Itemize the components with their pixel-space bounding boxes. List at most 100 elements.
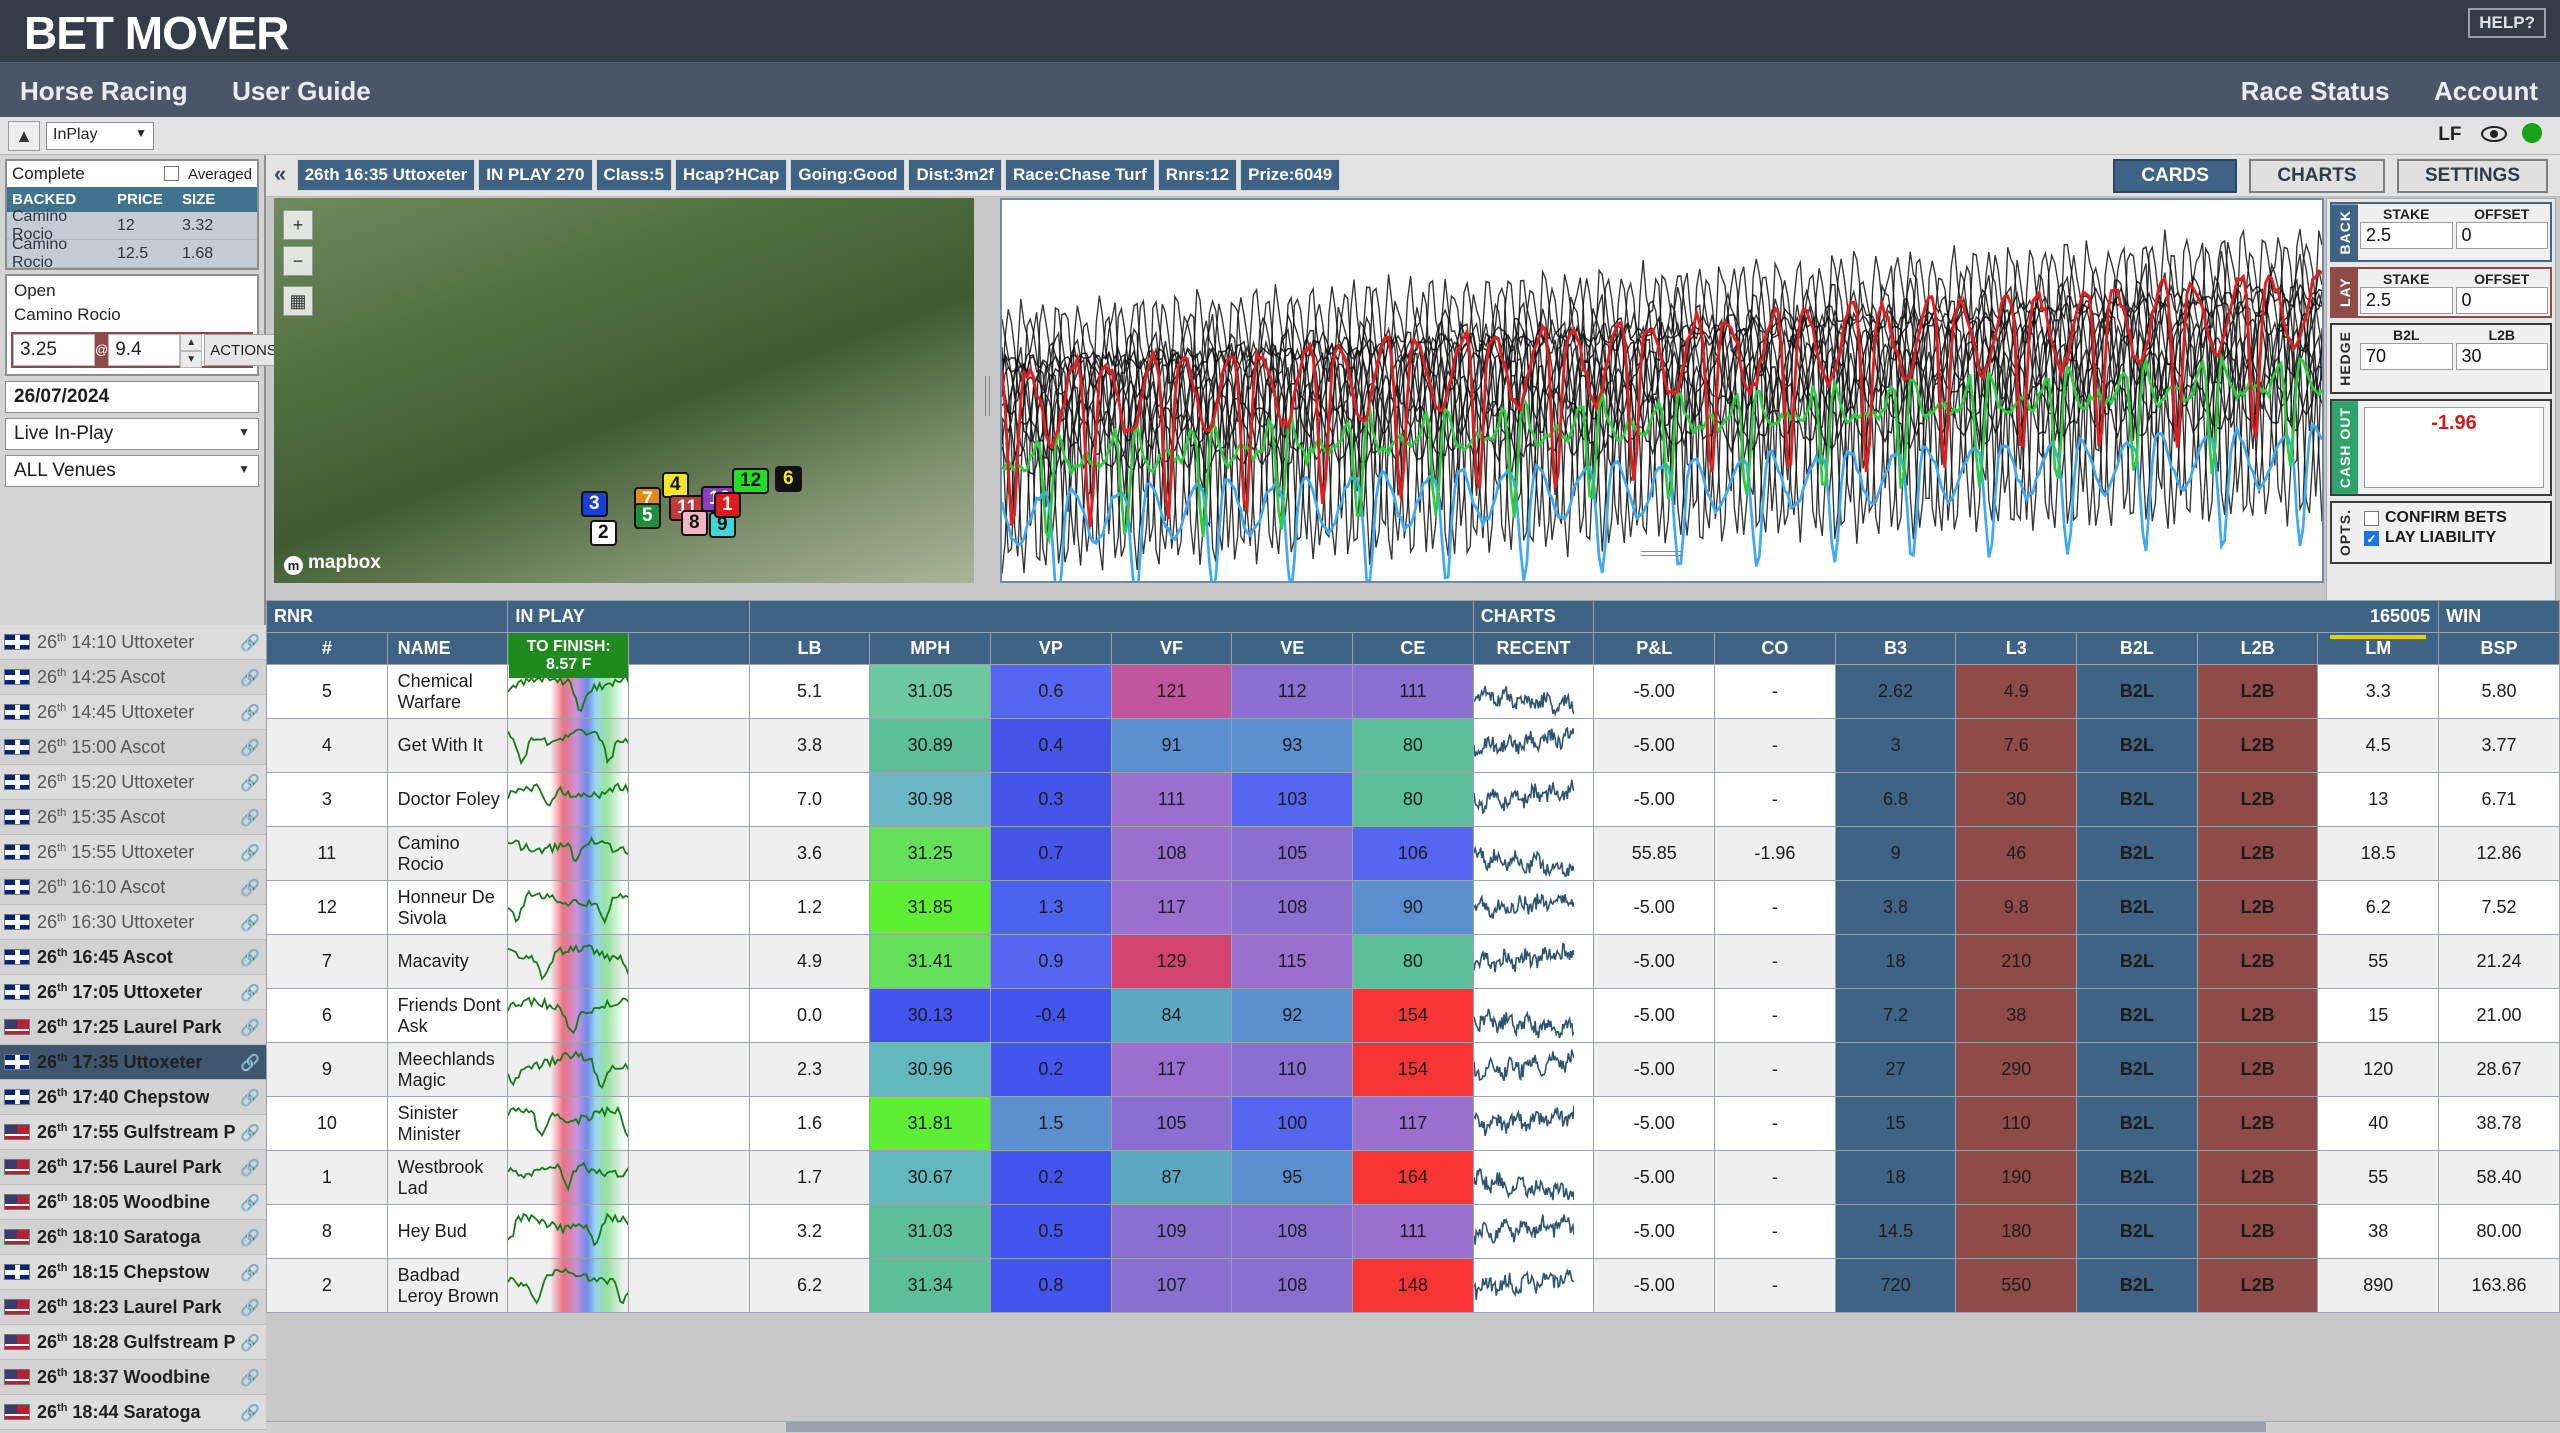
cell-b2l-button[interactable]: B2L — [2076, 1258, 2198, 1313]
cell-l2b-button[interactable]: L2B — [2196, 718, 2319, 773]
cell-b2l-button[interactable]: B2L — [2076, 934, 2198, 989]
cell-b2l-button[interactable]: B2L — [2076, 1042, 2198, 1097]
lay-liability-option[interactable]: ✓ LAY LIABILITY — [2364, 528, 2544, 548]
race-list-item[interactable]: 26th 17:25 Laurel Park 🔗 — [0, 1010, 266, 1045]
cell-b3[interactable]: 18 — [1834, 1150, 1957, 1205]
lay-offset-input[interactable] — [2455, 287, 2548, 315]
table-row[interactable]: 8 Hey Bud 3.2 31.03 0.5 109 108 111 -5.00-14.5 18… — [266, 1204, 2560, 1259]
horizontal-scrollbar[interactable] — [266, 1421, 2560, 1433]
cell-l2b-button[interactable]: L2B — [2196, 934, 2319, 989]
cell-b3[interactable]: 7.2 — [1834, 988, 1957, 1043]
lay-stake-input[interactable] — [2360, 287, 2453, 315]
cell-b3[interactable]: 14.5 — [1834, 1204, 1957, 1259]
nav-item-race-status[interactable]: Race Status — [2241, 76, 2390, 107]
cell-inplay-trace[interactable] — [507, 988, 630, 1043]
race-list-item[interactable]: 26th 18:05 Woodbine 🔗 — [0, 1185, 266, 1220]
runners-table-wrap[interactable]: RNR IN PLAY CHARTS 165005 WIN # NAME TO … — [266, 600, 2560, 1433]
tab-cards[interactable]: CARDS — [2113, 159, 2237, 193]
race-list-item[interactable]: 26th 18:37 Woodbine 🔗 — [0, 1360, 266, 1395]
open-price-input[interactable] — [13, 334, 95, 366]
link-icon[interactable]: 🔗 — [240, 1368, 260, 1388]
cell-l2b-button[interactable]: L2B — [2196, 826, 2319, 881]
cell-l2b-button[interactable]: L2B — [2196, 664, 2319, 719]
cell-b2l-button[interactable]: B2L — [2076, 988, 2198, 1043]
horse-marker[interactable]: 6 — [775, 466, 802, 492]
cell-l2b-button[interactable]: L2B — [2196, 1042, 2319, 1097]
col-vf[interactable]: VF — [1110, 632, 1233, 665]
col-vp[interactable]: VP — [990, 632, 1112, 665]
link-icon[interactable]: 🔗 — [240, 808, 260, 828]
table-row[interactable]: 10 Sinister Minister 1.6 31.81 1.5 105 100 117 -… — [266, 1096, 2560, 1151]
race-list-item[interactable]: 26th 18:15 Chepstow 🔗 — [0, 1255, 266, 1290]
cell-l3[interactable]: 9.8 — [1955, 880, 2078, 935]
col-bsp[interactable]: BSP — [2438, 632, 2560, 665]
race-list-item[interactable]: 26th 17:40 Chepstow 🔗 — [0, 1080, 266, 1115]
cell-inplay-trace[interactable] — [507, 1042, 630, 1097]
link-icon[interactable]: 🔗 — [240, 913, 260, 933]
link-icon[interactable]: 🔗 — [240, 1403, 260, 1423]
cell-recent-sparkline[interactable] — [1472, 1096, 1595, 1151]
cell-l2b-button[interactable]: L2B — [2196, 1150, 2319, 1205]
link-icon[interactable]: 🔗 — [240, 983, 260, 1003]
race-list-item[interactable]: 26th 15:35 Ascot 🔗 — [0, 800, 266, 835]
cell-l3[interactable]: 180 — [1955, 1204, 2078, 1259]
cell-b3[interactable]: 15 — [1834, 1096, 1957, 1151]
race-list-item[interactable]: 26th 15:00 Ascot 🔗 — [0, 730, 266, 765]
col-number[interactable]: # — [266, 632, 388, 665]
cell-l2b-button[interactable]: L2B — [2196, 1204, 2319, 1259]
col-name[interactable]: NAME — [386, 632, 509, 665]
link-icon[interactable]: 🔗 — [240, 1228, 260, 1248]
map-layers-icon[interactable]: ▦ — [283, 286, 313, 316]
cell-inplay-trace[interactable] — [507, 718, 630, 773]
cell-inplay-trace[interactable] — [507, 772, 630, 827]
link-icon[interactable]: 🔗 — [240, 1193, 260, 1213]
stepper-down-icon[interactable]: ▼ — [180, 351, 203, 368]
cell-inplay-trace[interactable] — [507, 1096, 630, 1151]
table-row[interactable]: 9 Meechlands Magic 2.3 30.96 0.2 117 110 154 -5.… — [266, 1042, 2560, 1097]
table-row[interactable]: 4 Get With It 3.8 30.89 0.4 91 93 80 -5.00-3 7.6 B… — [266, 718, 2560, 773]
race-list-item[interactable]: 26th 14:25 Ascot 🔗 — [0, 660, 266, 695]
cell-recent-sparkline[interactable] — [1472, 880, 1595, 935]
lay-liability-checkbox[interactable]: ✓ — [2364, 530, 2379, 546]
cell-l2b-button[interactable]: L2B — [2196, 988, 2319, 1043]
cell-b3[interactable]: 3 — [1834, 718, 1957, 773]
cell-recent-sparkline[interactable] — [1472, 664, 1595, 719]
table-row[interactable]: 2 Badbad Leroy Brown 6.2 31.34 0.8 107 108 148 -… — [266, 1258, 2560, 1313]
date-field[interactable]: 26/07/2024 — [5, 381, 259, 413]
race-list-item[interactable]: 26th 15:55 Uttoxeter 🔗 — [0, 835, 266, 870]
col-recent[interactable]: RECENT — [1472, 632, 1595, 665]
link-icon[interactable]: 🔗 — [240, 773, 260, 793]
race-list-item[interactable]: 26th 15:20 Uttoxeter 🔗 — [0, 765, 266, 800]
col-lb[interactable]: LB — [748, 632, 871, 665]
horse-marker[interactable]: 3 — [581, 491, 608, 517]
cell-l3[interactable]: 290 — [1955, 1042, 2078, 1097]
col-b3[interactable]: B3 — [1834, 632, 1957, 665]
cell-b3[interactable]: 720 — [1834, 1258, 1957, 1313]
cell-runner-name[interactable]: Honneur De Sivola — [386, 880, 509, 935]
table-row[interactable]: 12 Honneur De Sivola 1.2 31.85 1.3 117 108 90 -5… — [266, 880, 2560, 935]
race-list-item[interactable]: 26th 18:23 Laurel Park 🔗 — [0, 1290, 266, 1325]
race-list-item[interactable]: 26th 18:44 Saratoga 🔗 — [0, 1395, 266, 1430]
tab-settings[interactable]: SETTINGS — [2396, 159, 2548, 193]
cell-runner-name[interactable]: Chemical Warfare — [386, 664, 509, 719]
cell-inplay-trace[interactable] — [507, 826, 630, 881]
race-list-item[interactable]: 26th 14:45 Uttoxeter 🔗 — [0, 695, 266, 730]
table-row[interactable]: Camino Rocio 12.5 1.68 — [7, 236, 257, 271]
cell-runner-name[interactable]: Hey Bud — [386, 1204, 509, 1259]
nav-item-user-guide[interactable]: User Guide — [232, 76, 371, 107]
cell-b2l-button[interactable]: B2L — [2076, 1096, 2198, 1151]
confirm-bets-option[interactable]: CONFIRM BETS — [2364, 508, 2544, 528]
table-row[interactable]: 6 Friends Dont Ask 0.0 30.13 -0.4 84 92 154 -5.0… — [266, 988, 2560, 1043]
cell-recent-sparkline[interactable] — [1472, 1204, 1595, 1259]
race-list-item[interactable]: 26th 16:30 Uttoxeter 🔗 — [0, 905, 266, 940]
link-icon[interactable]: 🔗 — [240, 948, 260, 968]
cell-l3[interactable]: 38 — [1955, 988, 2078, 1043]
link-icon[interactable]: 🔗 — [240, 1298, 260, 1318]
link-icon[interactable]: 🔗 — [240, 1158, 260, 1178]
cell-recent-sparkline[interactable] — [1472, 934, 1595, 989]
horse-marker[interactable]: 12 — [732, 468, 770, 494]
cell-l3[interactable]: 7.6 — [1955, 718, 2078, 773]
link-icon[interactable]: 🔗 — [240, 703, 260, 723]
cell-l2b-button[interactable]: L2B — [2196, 1096, 2319, 1151]
cell-recent-sparkline[interactable] — [1472, 718, 1595, 773]
